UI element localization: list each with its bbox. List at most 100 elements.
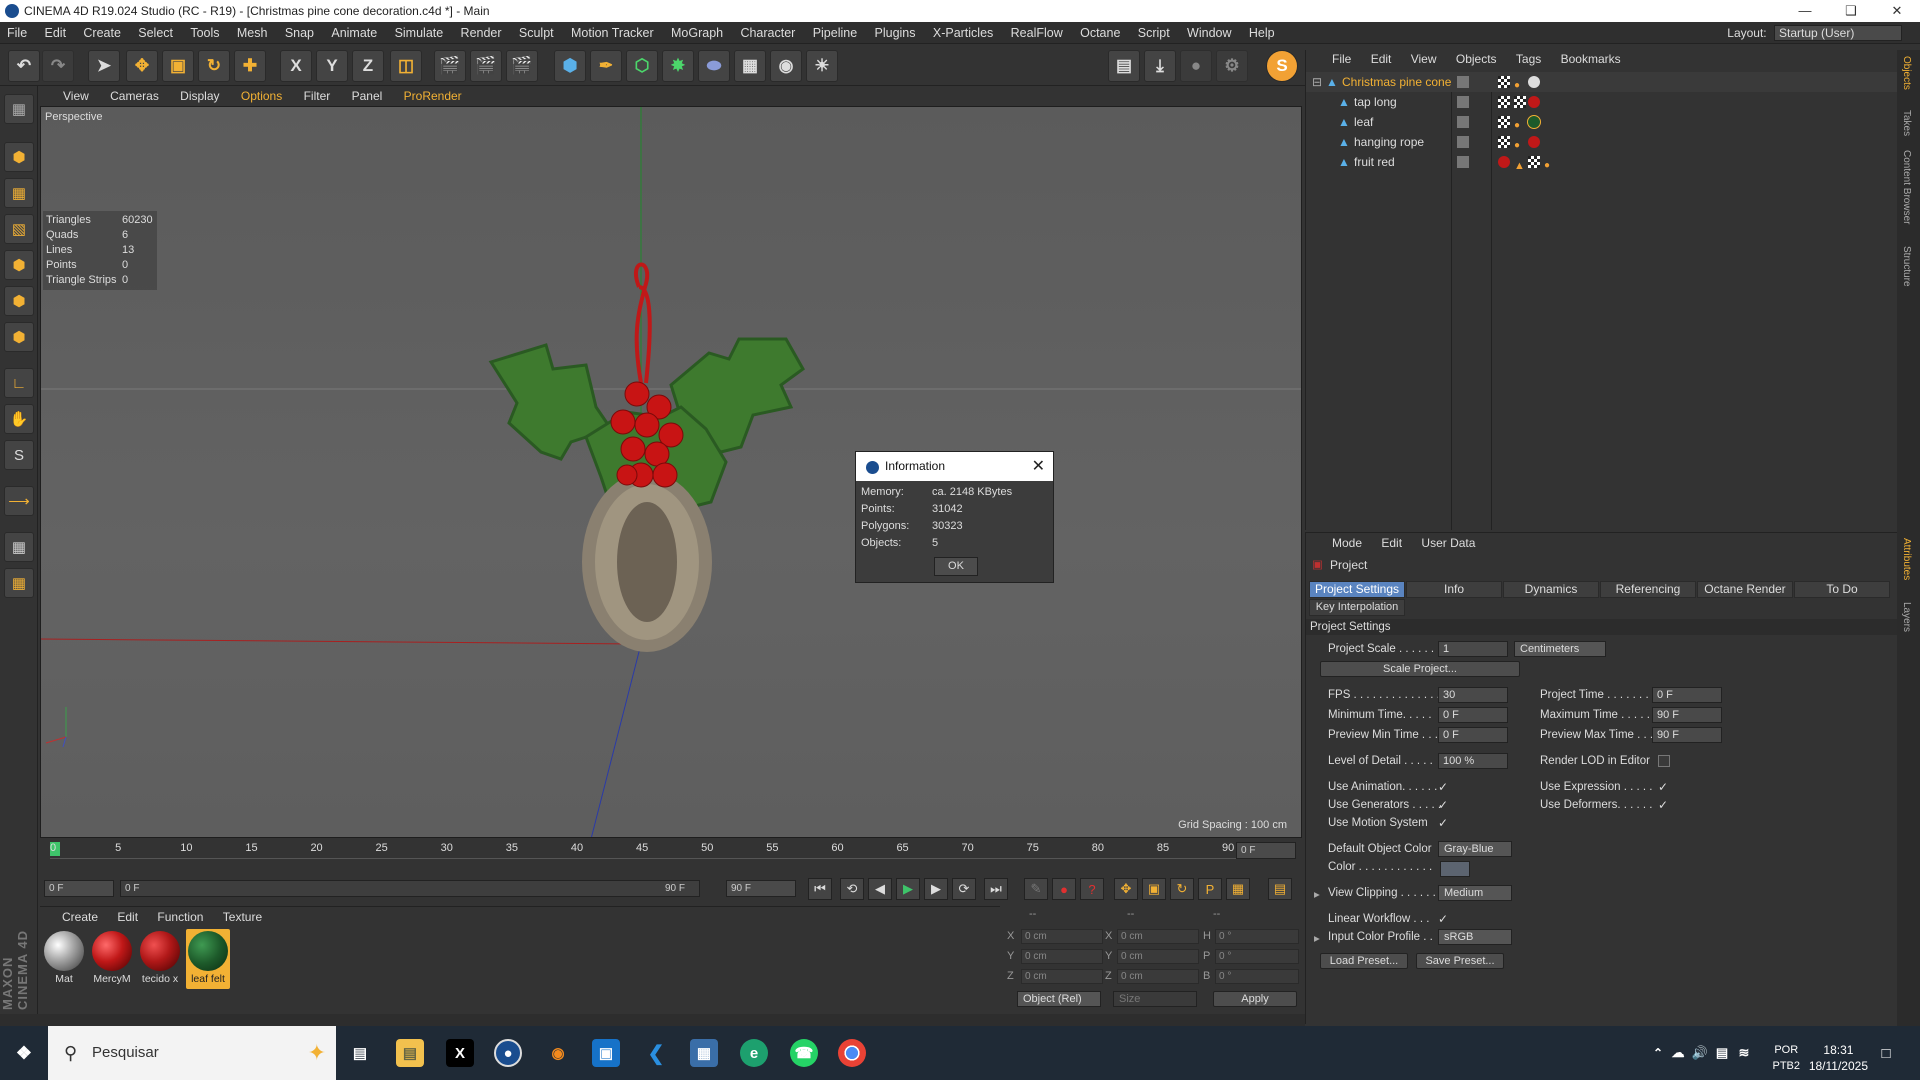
units-dropdown[interactable]: Centimeters [1514, 641, 1606, 657]
minimize-button[interactable]: — [1782, 0, 1828, 22]
z-axis-icon[interactable]: Z [352, 50, 384, 82]
pbr-icon[interactable]: ● [1180, 50, 1212, 82]
next-key-icon[interactable]: ⟳ [952, 878, 976, 900]
keyframe-mode-icon[interactable]: ✎ [1024, 878, 1048, 900]
tweak-mode-icon[interactable]: ✋ [4, 404, 34, 434]
subdivision-icon[interactable]: ⬡ [626, 50, 658, 82]
render-settings-icon[interactable]: 🎬 [506, 50, 538, 82]
size-z-field[interactable]: 0 cm [1117, 969, 1199, 984]
previous-frame-icon[interactable]: ◀ [868, 878, 892, 900]
tab-takes[interactable]: Takes [1901, 110, 1912, 136]
tab-to-do[interactable]: To Do [1794, 581, 1890, 598]
material-tag-icon[interactable] [1528, 96, 1540, 108]
obj-menu-file[interactable]: File [1324, 50, 1359, 68]
restore-button[interactable]: ❑ [1828, 0, 1874, 22]
live-select-icon[interactable]: ✚ [234, 50, 266, 82]
material-menu-edit[interactable]: Edit [109, 907, 146, 927]
scale-tool-icon[interactable]: ▣ [162, 50, 194, 82]
timeline-window-icon[interactable]: ▤ [1268, 878, 1292, 900]
tag-icon[interactable]: ● [1514, 136, 1526, 151]
material-tag-icon[interactable] [1498, 156, 1510, 168]
notifications-icon[interactable]: □ [1872, 1039, 1900, 1067]
tab-objects[interactable]: Objects [1901, 56, 1912, 90]
visibility-icon[interactable] [1457, 156, 1469, 168]
go-to-start-icon[interactable]: ⏮ [808, 878, 832, 900]
tab-key-interpolation[interactable]: Key Interpolation [1309, 599, 1405, 616]
vscode-icon[interactable]: ❮ [642, 1039, 670, 1067]
coordinate-system-icon[interactable]: ◫ [390, 50, 422, 82]
tab-layers[interactable]: Layers [1901, 602, 1912, 632]
menu-snap[interactable]: Snap [278, 22, 321, 44]
x-app-icon[interactable]: X [446, 1039, 474, 1067]
snap-icon[interactable]: S [4, 440, 34, 470]
model-mode-icon[interactable]: ⬢ [4, 142, 34, 172]
texture-tag-icon[interactable] [1498, 136, 1510, 148]
end-frame-field[interactable]: 90 F [726, 880, 796, 897]
whatsapp-icon[interactable]: ☎ [790, 1039, 818, 1067]
store-icon[interactable]: ▣ [592, 1039, 620, 1067]
task-view-icon[interactable]: ▤ [346, 1039, 374, 1067]
gear-icon[interactable]: ⚙ [1216, 50, 1248, 82]
load-preset-button[interactable]: Load Preset... [1320, 953, 1408, 969]
warning-tag-icon[interactable]: ▲ [1514, 156, 1526, 172]
texture-tag-icon[interactable] [1498, 76, 1510, 88]
level-of-detail-field[interactable]: 100 % [1438, 753, 1508, 769]
polygons-mode-icon[interactable]: ⬢ [4, 322, 34, 352]
menu-simulate[interactable]: Simulate [388, 22, 451, 44]
redo-icon[interactable]: ↷ [42, 50, 74, 82]
menu-character[interactable]: Character [733, 22, 802, 44]
texture-mode-icon[interactable]: ▦ [4, 178, 34, 208]
object-row-root[interactable]: ⊟ ▲ Christmas pine cone ● [1306, 72, 1898, 92]
visibility-icon[interactable] [1457, 76, 1469, 88]
menu-sculpt[interactable]: Sculpt [512, 22, 561, 44]
size-mode-dropdown[interactable]: Size [1113, 991, 1197, 1007]
menu-motion-tracker[interactable]: Motion Tracker [564, 22, 661, 44]
chrome-icon[interactable] [838, 1039, 866, 1067]
tab-dynamics[interactable]: Dynamics [1503, 581, 1599, 598]
windows-start-icon[interactable]: ❖ [10, 1039, 38, 1067]
texture-tag-icon[interactable] [1528, 156, 1540, 168]
array-icon[interactable]: ✸ [662, 50, 694, 82]
obj-menu-edit[interactable]: Edit [1363, 50, 1400, 68]
close-button[interactable]: ✕ [1874, 0, 1920, 22]
render-picture-viewer-icon[interactable]: 🎬 [470, 50, 502, 82]
render-lod-checkbox[interactable] [1658, 755, 1670, 767]
ok-button[interactable]: OK [934, 557, 978, 576]
previous-key-icon[interactable]: ⟲ [840, 878, 864, 900]
render-view-icon[interactable]: 🎬 [434, 50, 466, 82]
input-color-profile-dropdown[interactable]: sRGB [1438, 929, 1512, 945]
tab-content-browser[interactable]: Content Browser [1901, 150, 1912, 224]
material-tag-icon[interactable] [1527, 115, 1541, 129]
menu-create[interactable]: Create [76, 22, 128, 44]
visibility-icon[interactable] [1457, 136, 1469, 148]
rotation-p-field[interactable]: 0 ° [1215, 949, 1299, 964]
position-x-field[interactable]: 0 cm [1021, 929, 1103, 944]
project-scale-field[interactable]: 1 [1438, 641, 1508, 657]
attr-menu-user-data[interactable]: User Data [1413, 533, 1483, 553]
layout-icon[interactable]: ▤ [1108, 50, 1140, 82]
play-icon[interactable]: ▶ [896, 878, 920, 900]
blender-icon[interactable]: ◉ [544, 1039, 572, 1067]
edge-icon[interactable]: e [740, 1039, 768, 1067]
material-tag-icon[interactable] [1528, 76, 1540, 88]
s-plugin-icon[interactable]: S [1266, 50, 1298, 82]
material-swatch[interactable]: MercyM [90, 929, 134, 989]
menu-mograph[interactable]: MoGraph [664, 22, 730, 44]
use-expression-checkbox[interactable]: ✓ [1658, 781, 1670, 793]
viewport[interactable]: Perspective Triangles 60230 Quads 6 Lines 1… [40, 106, 1302, 838]
menu-octane[interactable]: Octane [1073, 22, 1127, 44]
object-row[interactable]: ▲ hanging rope ● [1306, 132, 1898, 152]
pen-spline-icon[interactable]: ✒ [590, 50, 622, 82]
workplane-icon[interactable]: ▧ [4, 214, 34, 244]
select-tool-icon[interactable]: ➤ [88, 50, 120, 82]
view-clipping-dropdown[interactable]: Medium [1438, 885, 1512, 901]
planar-workplane-icon[interactable]: ▦ [4, 568, 34, 598]
tab-info[interactable]: Info [1406, 581, 1502, 598]
y-axis-icon[interactable]: Y [316, 50, 348, 82]
floor-icon[interactable]: ▦ [734, 50, 766, 82]
go-to-end-icon[interactable]: ⏭ [984, 878, 1008, 900]
wifi-icon[interactable]: ≋ [1730, 1039, 1758, 1067]
menu-tools[interactable]: Tools [183, 22, 226, 44]
import-icon[interactable]: ⤓ [1144, 50, 1176, 82]
menu-animate[interactable]: Animate [324, 22, 384, 44]
